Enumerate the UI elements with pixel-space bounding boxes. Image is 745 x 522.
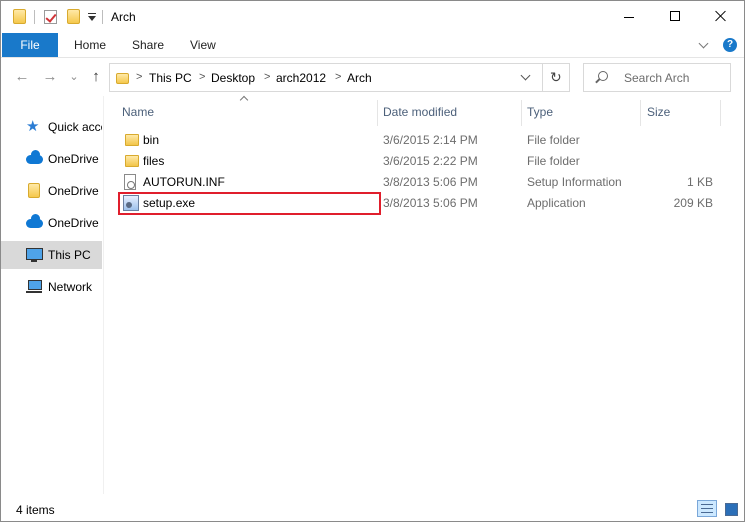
computer-icon	[26, 248, 43, 262]
file-name: bin	[143, 133, 160, 147]
column-header-size[interactable]: Size	[647, 105, 670, 119]
tab-file[interactable]: File	[2, 33, 58, 57]
close-button[interactable]	[698, 1, 744, 32]
back-icon[interactable]: ←	[13, 68, 31, 86]
customize-quick-access-icon[interactable]	[88, 12, 96, 22]
file-date: 3/8/2013 5:06 PM	[383, 175, 478, 189]
sort-ascending-icon	[240, 94, 248, 102]
tab-view[interactable]: View	[190, 33, 216, 57]
column-header-name[interactable]: Name	[122, 105, 154, 119]
divider	[102, 10, 103, 24]
close-icon	[715, 10, 727, 22]
sidebar-item-label: OneDrive	[48, 184, 99, 198]
status-bar: 4 items	[1, 494, 744, 521]
new-folder-icon[interactable]	[67, 9, 80, 24]
minimize-button[interactable]	[606, 1, 652, 32]
sidebar-item-label: This PC	[48, 248, 91, 262]
help-icon[interactable]: ?	[723, 38, 737, 52]
file-type: File folder	[527, 154, 580, 168]
sidebar-item-label: OneDrive	[48, 152, 99, 166]
explorer-window: Arch File Home Share View ? ← → ⌄ ↑ > Th…	[0, 0, 745, 522]
sidebar-item-label: Quick access	[48, 120, 102, 134]
chevron-right-icon[interactable]: >	[199, 71, 205, 83]
file-size: 209 KB	[673, 196, 713, 210]
sidebar-item-onedrive[interactable]: OneDrive	[1, 145, 102, 173]
breadcrumb-arch[interactable]: Arch	[347, 71, 372, 85]
column-divider[interactable]	[521, 100, 522, 126]
maximize-button[interactable]	[652, 1, 698, 32]
up-icon[interactable]: ↑	[87, 68, 105, 86]
chevron-right-icon[interactable]: >	[335, 71, 341, 83]
expand-ribbon-icon[interactable]	[698, 39, 710, 51]
tab-share[interactable]: Share	[132, 33, 164, 57]
tab-home[interactable]: Home	[74, 33, 106, 57]
file-name: AUTORUN.INF	[143, 175, 225, 189]
file-type: File folder	[527, 133, 580, 147]
column-divider[interactable]	[377, 100, 378, 126]
divider	[34, 10, 35, 24]
forward-icon[interactable]: →	[41, 68, 59, 86]
cloud-icon	[26, 214, 43, 228]
recent-locations-icon[interactable]: ⌄	[65, 68, 83, 86]
breadcrumb-arch2012[interactable]: arch2012	[276, 71, 326, 85]
divider	[542, 64, 543, 91]
column-divider[interactable]	[720, 100, 721, 126]
file-date: 3/6/2015 2:22 PM	[383, 154, 478, 168]
file-type: Setup Information	[527, 175, 622, 189]
inf-file-icon	[124, 174, 136, 190]
file-name: files	[143, 154, 165, 168]
sidebar-item-quick-access[interactable]: ★ Quick access	[1, 113, 102, 141]
details-view-icon[interactable]	[697, 500, 717, 517]
pane-divider[interactable]	[103, 96, 104, 494]
sidebar-item-label: Network	[48, 280, 93, 294]
file-date: 3/8/2013 5:06 PM	[383, 196, 478, 210]
search-input[interactable]: Search Arch	[583, 63, 731, 92]
search-placeholder: Search Arch	[624, 71, 690, 85]
refresh-icon[interactable]: ↻	[550, 70, 564, 84]
table-row[interactable]: AUTORUN.INF 3/8/2013 5:06 PM Setup Infor…	[113, 172, 713, 193]
breadcrumb-desktop[interactable]: Desktop	[211, 71, 255, 85]
item-count: 4 items	[16, 503, 55, 517]
table-row[interactable]: bin 3/6/2015 2:14 PM File folder	[113, 130, 713, 151]
navigation-pane: ★ Quick access OneDrive OneDrive OneDriv…	[1, 96, 102, 494]
highlight-box	[118, 192, 381, 215]
address-bar[interactable]: > This PC > Desktop > arch2012 > Arch ↻	[109, 63, 570, 92]
sidebar-item-label: OneDrive	[48, 216, 99, 230]
star-icon: ★	[26, 118, 40, 135]
chevron-right-icon[interactable]: >	[136, 71, 142, 83]
sidebar-item-onedrive-folder[interactable]: OneDrive	[1, 177, 102, 205]
minimize-icon	[624, 17, 634, 18]
table-row[interactable]: files 3/6/2015 2:22 PM File folder	[113, 151, 713, 172]
sidebar-item-onedrive-2[interactable]: OneDrive	[1, 209, 102, 237]
folder-icon	[125, 155, 139, 167]
folder-icon	[125, 134, 139, 146]
file-type: Application	[527, 196, 586, 210]
properties-icon[interactable]	[44, 10, 57, 24]
chevron-right-icon[interactable]: >	[264, 71, 270, 83]
cloud-icon	[26, 150, 43, 164]
network-icon	[26, 280, 42, 293]
file-date: 3/6/2015 2:14 PM	[383, 133, 478, 147]
folder-icon	[116, 73, 129, 84]
window-title: Arch	[111, 10, 136, 24]
file-list: Name Date modified Type Size bin 3/6/201…	[113, 96, 733, 494]
breadcrumb-this-pc[interactable]: This PC	[149, 71, 192, 85]
sidebar-item-network[interactable]: Network	[1, 273, 102, 301]
sidebar-item-this-pc[interactable]: This PC	[1, 241, 102, 269]
file-size: 1 KB	[686, 175, 713, 189]
navigation-bar: ← → ⌄ ↑ > This PC > Desktop > arch2012 >…	[1, 58, 744, 96]
column-header-date-modified[interactable]: Date modified	[383, 105, 457, 119]
title-bar: Arch	[1, 1, 744, 32]
column-divider[interactable]	[640, 100, 641, 126]
search-icon	[598, 71, 608, 81]
column-header-type[interactable]: Type	[527, 105, 553, 119]
folder-icon[interactable]	[13, 9, 26, 24]
ribbon: File Home Share View ?	[1, 32, 744, 58]
large-icons-view-icon[interactable]	[722, 500, 740, 517]
maximize-icon	[670, 11, 680, 21]
folder-icon	[28, 183, 40, 198]
chevron-down-icon[interactable]	[521, 72, 530, 81]
